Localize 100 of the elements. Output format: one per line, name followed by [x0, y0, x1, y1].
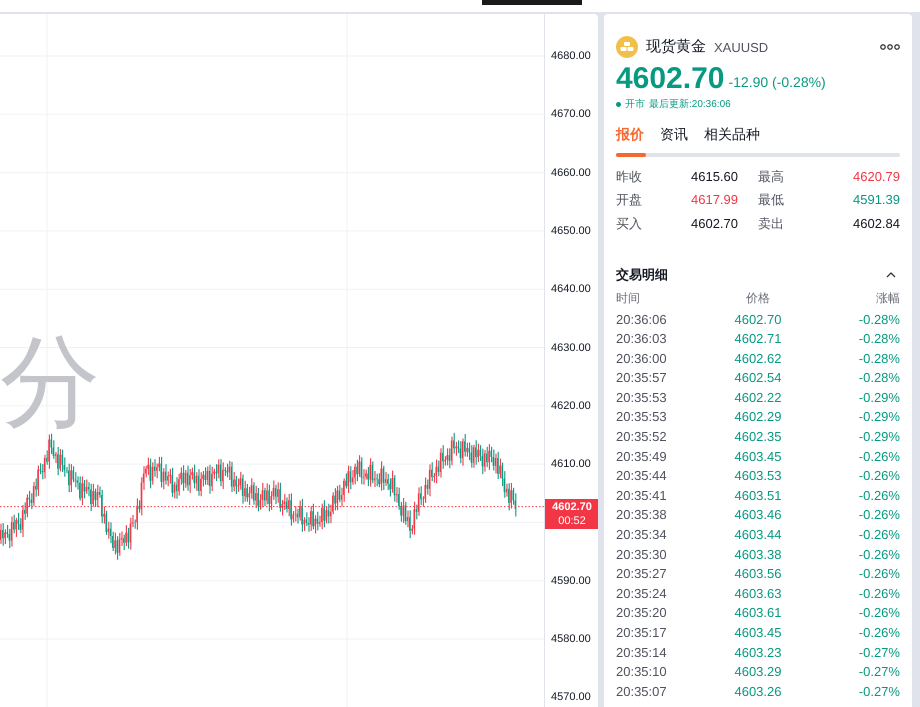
trade-time: 20:35:49	[616, 448, 668, 466]
trade-time: 20:36:06	[616, 310, 668, 328]
axis-label: 4630.00	[551, 340, 591, 354]
axis-label: 4610.00	[551, 457, 591, 472]
stat-label: 昨收	[616, 168, 643, 186]
trade-price: 4603.45	[733, 624, 782, 642]
trade-time: 20:36:00	[616, 350, 668, 368]
trade-change: -0.27%	[858, 682, 900, 701]
trade-price: 4603.44	[733, 526, 782, 544]
trade-change: -0.28%	[858, 310, 900, 328]
trade-time: 20:35:34	[616, 526, 668, 544]
axis-label: 4620.00	[551, 398, 591, 413]
column-header: 价格	[744, 290, 771, 306]
trade-time: 20:35:20	[616, 604, 668, 622]
bar-countdown: 00:52	[557, 514, 587, 528]
axis-label: 4670.00	[551, 107, 591, 122]
trade-price: 4603.45	[733, 448, 782, 466]
ingot-icon	[616, 36, 638, 58]
trade-change: -0.26%	[858, 506, 900, 524]
trade-change: -0.26%	[858, 467, 900, 486]
axis-label: 4680.00	[551, 49, 591, 63]
trade-change: -0.26%	[858, 526, 900, 544]
trade-price: 4602.71	[733, 330, 782, 348]
stat-value: 4617.99	[690, 191, 739, 209]
trade-time: 20:35:41	[616, 486, 668, 505]
trade-change: -0.27%	[858, 663, 900, 682]
trade-price: 4603.38	[733, 546, 782, 564]
trade-price: 4602.35	[733, 428, 782, 446]
trade-time: 20:35:57	[616, 369, 668, 388]
more-icon[interactable]	[880, 44, 900, 50]
column-header: 涨幅	[874, 290, 900, 306]
trade-time: 20:35:17	[616, 624, 668, 642]
chart-watermark: 分	[0, 332, 100, 432]
trade-price: 4603.29	[733, 663, 782, 682]
trade-price: 4602.29	[733, 408, 782, 426]
trade-price: 4602.54	[733, 369, 782, 388]
trade-time: 20:35:30	[616, 546, 668, 564]
trade-change: -0.29%	[858, 428, 900, 446]
trade-time: 20:35:44	[616, 467, 668, 486]
stat-label: 最低	[758, 191, 785, 209]
trade-time: 20:36:03	[616, 330, 668, 348]
axis-label: 4650.00	[551, 224, 591, 238]
column-header: 时间	[616, 290, 641, 306]
trade-price: 4602.62	[733, 350, 782, 368]
trade-time: 20:35:10	[616, 663, 668, 682]
trade-change: -0.26%	[858, 486, 900, 505]
stat-value: 4602.84	[852, 214, 900, 232]
last-price-value: 4602.70	[551, 500, 593, 514]
market-status: 开市	[625, 98, 645, 112]
collapse-chevron-icon[interactable]	[886, 272, 896, 278]
stat-label: 卖出	[758, 214, 785, 232]
stat-value: 4620.79	[852, 168, 900, 186]
trade-change: -0.28%	[858, 330, 900, 348]
tab[interactable]: 相关品种	[704, 124, 760, 144]
current-price: 4602.70	[616, 60, 724, 96]
stat-value: 4602.70	[690, 214, 739, 232]
trade-time: 20:35:14	[616, 644, 668, 662]
trade-change: -0.26%	[858, 448, 900, 466]
trade-change: -0.29%	[858, 408, 900, 426]
trade-time: 20:35:52	[616, 428, 668, 446]
trade-price: 4603.53	[733, 467, 782, 486]
instrument-name: 现货黄金	[646, 37, 706, 57]
trade-time: 20:35:24	[616, 584, 668, 603]
trade-time: 20:35:27	[616, 565, 668, 584]
axis-label: 4640.00	[551, 282, 591, 296]
stat-value: 4591.39	[852, 191, 900, 209]
trade-time: 20:35:53	[616, 408, 668, 426]
trade-price: 4603.56	[733, 565, 782, 584]
tab[interactable]: 资讯	[660, 124, 688, 144]
axis-label: 4580.00	[551, 632, 591, 646]
trade-time: 20:35:07	[616, 682, 668, 701]
trade-change: -0.26%	[858, 584, 900, 603]
trade-price: 4602.22	[733, 388, 782, 407]
last-update-time: 最后更新:20:36:06	[649, 98, 731, 112]
trade-price: 4603.46	[733, 506, 782, 524]
price-change: -12.90 (-0.28%)	[728, 72, 826, 92]
axis-label: 4590.00	[551, 574, 591, 588]
trade-time: 20:35:53	[616, 388, 668, 407]
stat-label: 买入	[616, 214, 643, 232]
stat-value: 4615.60	[690, 168, 739, 186]
trade-price: 4603.23	[733, 644, 782, 662]
stat-label: 最高	[758, 168, 785, 186]
trade-price: 4603.51	[733, 486, 782, 505]
stat-label: 开盘	[616, 191, 643, 209]
trade-price: 4603.63	[733, 584, 782, 603]
trade-change: -0.29%	[858, 388, 900, 407]
trade-change: -0.26%	[858, 565, 900, 584]
trade-price: 4603.26	[733, 682, 782, 701]
trade-price: 4602.70	[733, 310, 782, 328]
trade-change: -0.26%	[858, 604, 900, 622]
axis-label: 4660.00	[551, 166, 591, 180]
trade-change: -0.28%	[858, 369, 900, 388]
trade-price: 4603.61	[733, 604, 782, 622]
section-title: 交易明细	[616, 266, 668, 284]
trade-change: -0.26%	[858, 624, 900, 642]
trade-change: -0.28%	[858, 350, 900, 368]
instrument-symbol: XAUUSD	[714, 38, 768, 56]
trade-change: -0.26%	[858, 546, 900, 564]
trade-time: 20:35:38	[616, 506, 668, 524]
trade-change: -0.27%	[858, 644, 900, 662]
